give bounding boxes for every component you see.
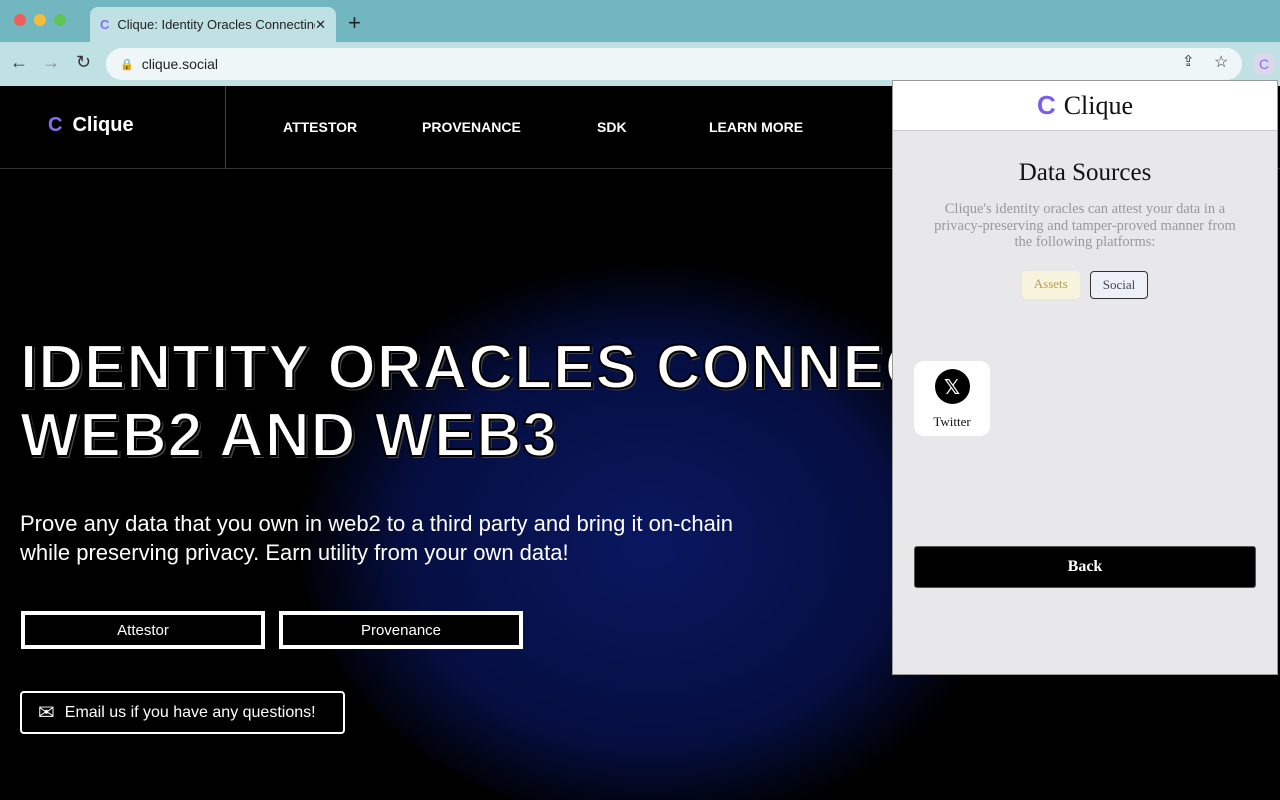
close-window-button[interactable] (14, 14, 26, 26)
popup-title: Data Sources (893, 159, 1277, 187)
x-logo-icon: 𝕏 (935, 369, 970, 404)
share-icon[interactable]: ⇪ (1182, 52, 1195, 70)
subtitle-line-1: Prove any data that you own in web2 to a… (20, 510, 733, 539)
popup-description: Clique's identity oracles can attest you… (933, 201, 1237, 251)
clique-extension-icon[interactable]: C (1252, 52, 1276, 76)
new-tab-button[interactable]: + (348, 10, 361, 36)
popup-header: C Clique (893, 81, 1277, 131)
social-filter-chip[interactable]: Social (1090, 271, 1149, 299)
clique-logo-icon: C (1037, 90, 1056, 121)
nav-sdk[interactable]: SDK (597, 119, 627, 135)
browser-tab[interactable]: C Clique: Identity Oracles Connecting We… (90, 7, 336, 42)
envelope-icon: ✉ (38, 700, 55, 725)
maximize-window-button[interactable] (54, 14, 66, 26)
nav-provenance[interactable]: PROVENANCE (422, 119, 521, 135)
back-button[interactable]: Back (914, 546, 1256, 588)
assets-filter-chip[interactable]: Assets (1022, 271, 1080, 299)
lock-icon: 🔒 (120, 58, 134, 71)
extension-popup: C Clique Data Sources Clique's identity o… (892, 80, 1278, 675)
platform-card-twitter[interactable]: 𝕏 Twitter (914, 361, 990, 436)
nav-attestor[interactable]: ATTESTOR (283, 119, 357, 135)
email-label: Email us if you have any questions! (65, 704, 316, 722)
popup-brand: Clique (1064, 91, 1133, 121)
site-logo[interactable]: C Clique (48, 114, 134, 137)
back-arrow-icon[interactable]: ← (10, 52, 28, 73)
bookmark-star-icon[interactable]: ☆ (1214, 52, 1228, 72)
address-bar[interactable]: 🔒 clique.social (106, 48, 1242, 80)
hero-subtitle: Prove any data that you own in web2 to a… (20, 510, 733, 567)
nav-learn-more[interactable]: LEARN MORE (709, 119, 803, 135)
tab-title: Clique: Identity Oracles Connecting Web2… (117, 17, 315, 32)
forward-arrow-icon[interactable]: → (42, 52, 60, 73)
minimize-window-button[interactable] (34, 14, 46, 26)
url-text: clique.social (142, 56, 218, 72)
email-button[interactable]: ✉ Email us if you have any questions! (20, 691, 345, 734)
tab-bar: C Clique: Identity Oracles Connecting We… (0, 0, 1280, 42)
attestor-button[interactable]: Attestor (21, 611, 265, 649)
clique-favicon-icon: C (100, 17, 109, 32)
brand-name: Clique (72, 114, 133, 137)
subtitle-line-2: while preserving privacy. Earn utility f… (20, 539, 733, 568)
reload-icon[interactable]: ↻ (76, 52, 91, 73)
clique-logo-icon: C (48, 114, 62, 137)
close-tab-icon[interactable]: ✕ (315, 17, 326, 33)
provenance-button[interactable]: Provenance (279, 611, 523, 649)
platform-label: Twitter (933, 414, 970, 430)
